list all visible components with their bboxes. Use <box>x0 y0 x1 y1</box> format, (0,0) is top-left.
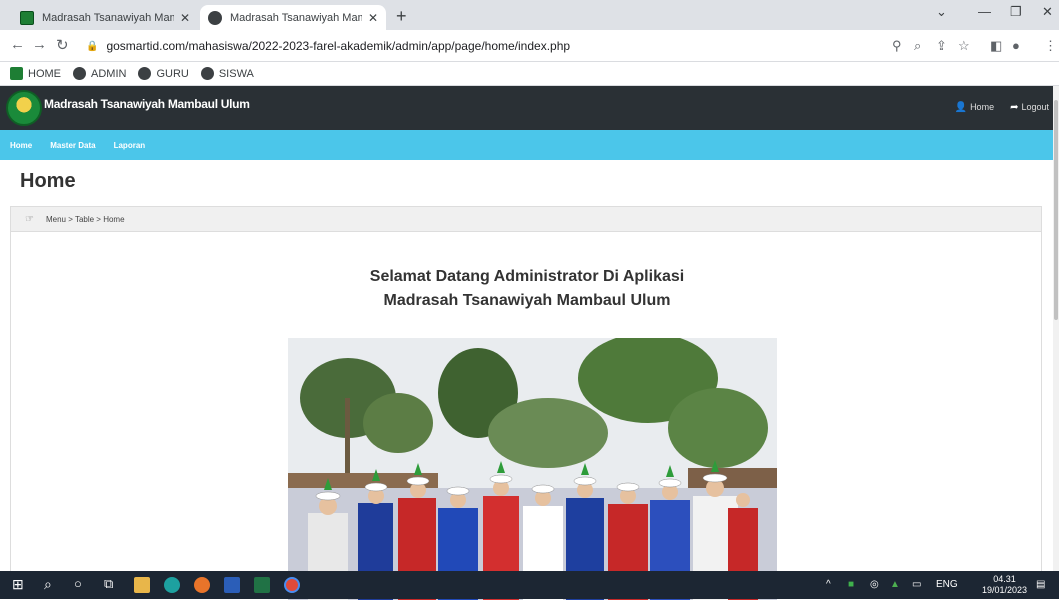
content-panel: ☞ Menu > Table > Home Selamat Datang Adm… <box>10 206 1043 600</box>
share-icon[interactable]: ⇪ <box>936 38 947 54</box>
welcome-line-1: Selamat Datang Administrator Di Aplikasi <box>369 268 685 285</box>
browser-tab[interactable]: Madrasah Tsanawiyah Mambaul ✕ <box>12 5 198 30</box>
globe-icon <box>138 67 152 80</box>
new-tab-icon[interactable]: + <box>396 6 407 27</box>
bookmark-home[interactable]: HOME <box>10 67 61 80</box>
lock-icon: 🔒 <box>86 40 99 52</box>
clock-date: 19/01/2023 <box>981 585 1027 595</box>
welcome-line-2: Madrasah Tsanawiyah Mambaul Ulum <box>383 292 671 309</box>
group-photo-image <box>288 338 777 600</box>
globe-icon <box>73 67 86 80</box>
tab-title: Madrasah Tsanawiyah Mambaul <box>42 11 174 24</box>
windows-start-icon[interactable]: ⊞ <box>12 576 28 592</box>
school-favicon-icon <box>10 67 23 80</box>
chevron-up-icon[interactable]: ^ <box>826 579 831 590</box>
hand-pointer-icon: ☞ <box>25 213 34 225</box>
sidebar-icon[interactable]: ◧ <box>990 38 1002 54</box>
bookmark-siswa[interactable]: SISWA <box>200 67 254 80</box>
tab-title: Madrasah Tsanawiyah Mambaul <box>230 11 362 24</box>
user-icon: 👤 <box>954 102 968 113</box>
bookmark-admin[interactable]: ADMIN <box>73 67 126 80</box>
address-bar-row: ← → ↻ 🔒 gosmartid.com/mahasiswa/2022-202… <box>0 30 1059 62</box>
star-icon[interactable]: ☆ <box>958 38 970 54</box>
home-link[interactable]: 👤 Home <box>955 102 994 113</box>
site-header: Madrasah Tsanawiyah Mambaul Ulum 👤 Home ➦… <box>0 86 1059 130</box>
back-icon[interactable]: ← <box>10 36 25 53</box>
bookmark-guru[interactable]: GURU <box>138 67 189 80</box>
chrome-icon[interactable] <box>284 577 300 593</box>
task-view-icon[interactable]: ⧉ <box>104 576 120 592</box>
url-text: gosmartid.com/mahasiswa/2022-2023-farel-… <box>106 39 571 53</box>
globe-icon <box>208 10 222 25</box>
bookmarks-bar: HOME ADMIN GURU SISWA <box>0 62 1059 86</box>
breadcrumb-text: Menu > Table > Home <box>45 214 125 224</box>
browser-tab-active[interactable]: Madrasah Tsanawiyah Mambaul ✕ <box>200 5 386 30</box>
school-favicon-icon <box>20 10 34 25</box>
location-icon[interactable]: ⚲ <box>892 38 902 54</box>
arrow-right-icon: ➦ <box>1010 102 1019 113</box>
menu-item-master-data[interactable]: Master Data <box>50 141 95 150</box>
close-icon[interactable]: ✕ <box>368 11 378 25</box>
scrollbar-thumb[interactable] <box>1054 100 1058 320</box>
notification-icon[interactable]: ▤ <box>1036 579 1045 590</box>
firefox-icon[interactable] <box>194 577 210 593</box>
clock-time: 04.31 <box>993 574 1016 584</box>
battery-icon[interactable]: ▭ <box>912 579 921 590</box>
school-logo <box>6 90 42 126</box>
main-menu: Home Master Data Laporan <box>0 130 1059 160</box>
forward-icon[interactable]: → <box>32 36 47 53</box>
welcome-message: Selamat Datang Administrator Di Aplikasi… <box>11 265 1043 313</box>
profile-icon[interactable]: ● <box>1012 38 1020 53</box>
minimize-icon[interactable]: — <box>978 4 991 19</box>
menu-item-laporan[interactable]: Laporan <box>114 141 146 150</box>
reload-icon[interactable]: ↻ <box>56 36 69 54</box>
group-photo <box>288 338 777 600</box>
drive-icon[interactable]: ▲ <box>890 579 900 590</box>
tray-icon[interactable]: ◎ <box>870 579 879 590</box>
page-title: Home <box>20 170 76 192</box>
zoom-icon[interactable]: ⌕ <box>914 38 921 54</box>
word-icon[interactable] <box>224 577 240 593</box>
top-links: 👤 Home ➦ Logout <box>955 102 1049 113</box>
menu-icon[interactable]: ⋮ <box>1044 38 1057 54</box>
url-field[interactable]: 🔒 gosmartid.com/mahasiswa/2022-2023-fare… <box>86 34 726 58</box>
windows-taskbar: ⊞ ⌕ ○ ⧉ ^ ■ ◎ ▲ ▭ ENG 04.31 19/01/2023 ▤ <box>0 571 1059 599</box>
system-clock[interactable]: 04.31 19/01/2023 <box>982 574 1027 596</box>
breadcrumb: ☞ Menu > Table > Home <box>11 207 1041 232</box>
close-icon[interactable]: ✕ <box>180 11 190 25</box>
app-tray-icon[interactable]: ■ <box>848 579 854 590</box>
language-indicator[interactable]: ENG <box>936 579 958 590</box>
edge-icon[interactable] <box>164 577 180 593</box>
restore-icon[interactable]: ❐ <box>1010 4 1022 20</box>
chevron-down-icon[interactable]: ⌄ <box>936 4 947 20</box>
search-icon[interactable]: ⌕ <box>44 576 60 592</box>
excel-icon[interactable] <box>254 577 270 593</box>
menu-item-home[interactable]: Home <box>10 141 32 150</box>
file-explorer-icon[interactable] <box>134 577 150 593</box>
browser-tab-bar: Madrasah Tsanawiyah Mambaul ✕ Madrasah T… <box>0 0 1059 30</box>
close-window-icon[interactable]: ✕ <box>1042 4 1053 20</box>
cortana-icon[interactable]: ○ <box>74 576 90 592</box>
globe-icon <box>200 67 214 80</box>
logout-link[interactable]: ➦ Logout <box>1010 102 1049 113</box>
site-name[interactable]: Madrasah Tsanawiyah Mambaul Ulum <box>44 97 250 111</box>
